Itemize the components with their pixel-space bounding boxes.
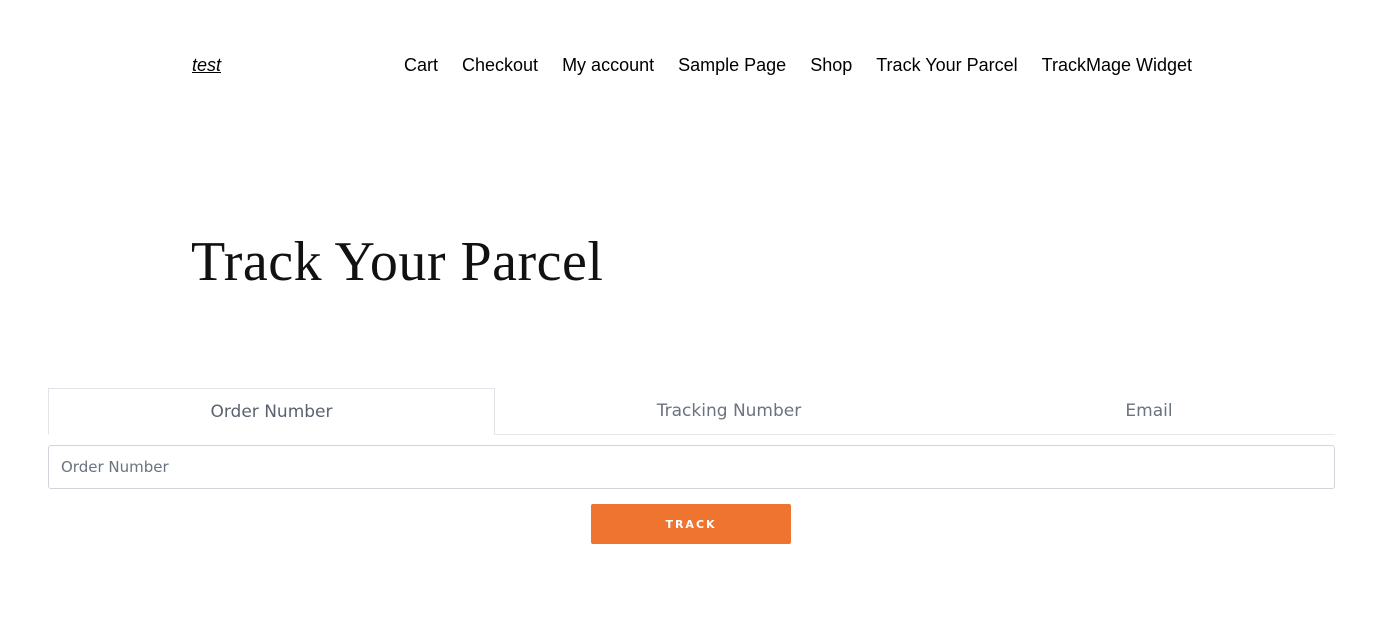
tab-email[interactable]: Email [963, 388, 1335, 434]
nav-item-checkout[interactable]: Checkout [462, 55, 538, 76]
site-title-link[interactable]: test [192, 55, 221, 76]
site-header: test Cart Checkout My account Sample Pag… [0, 0, 1377, 130]
track-button[interactable]: TRACK [591, 504, 791, 544]
tab-tracking-number[interactable]: Tracking Number [495, 388, 963, 434]
nav-item-sample-page[interactable]: Sample Page [678, 55, 786, 76]
nav-item-trackmage-widget[interactable]: TrackMage Widget [1042, 55, 1192, 76]
main-nav: Cart Checkout My account Sample Page Sho… [404, 55, 1192, 76]
nav-item-my-account[interactable]: My account [562, 55, 654, 76]
order-number-input[interactable] [48, 445, 1335, 489]
tracker-tabs: Order Number Tracking Number Email [48, 388, 1335, 435]
nav-item-cart[interactable]: Cart [404, 55, 438, 76]
parcel-tracker: Order Number Tracking Number Email TRACK [48, 388, 1335, 544]
nav-item-track-your-parcel[interactable]: Track Your Parcel [876, 55, 1017, 76]
nav-item-shop[interactable]: Shop [810, 55, 852, 76]
page-title: Track Your Parcel [191, 231, 604, 293]
tab-order-number[interactable]: Order Number [48, 388, 495, 435]
